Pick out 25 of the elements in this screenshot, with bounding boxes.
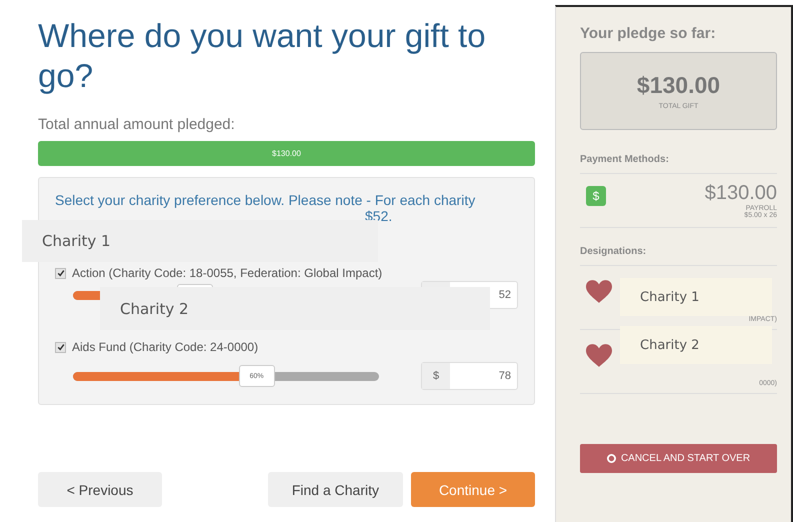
label-overlay: Charity 1	[22, 220, 378, 262]
label-overlay: Charity 1	[620, 278, 772, 316]
total-amount: $130.00	[636, 72, 720, 99]
circle-icon	[606, 454, 616, 463]
label-overlay: Charity 2	[620, 326, 772, 364]
label-overlay: Charity 2	[100, 287, 490, 330]
page-title: Where do you want your gift to go?	[38, 16, 487, 96]
payment-amount: $130.00	[704, 182, 777, 205]
find-charity-button[interactable]: Find a Charity	[268, 472, 403, 507]
amount-field[interactable]: $ 78	[421, 362, 518, 390]
total-bar: $130.00	[38, 141, 535, 166]
heart-icon	[586, 344, 612, 368]
checkbox[interactable]	[55, 342, 66, 352]
charity-name: Action (Charity Code: 18-0055, Federation: Global Impact)	[72, 266, 382, 280]
section-label: Payment Methods:	[580, 154, 777, 174]
dollar-icon: $	[586, 186, 606, 206]
checkbox[interactable]	[55, 268, 66, 278]
heart-icon	[586, 280, 612, 304]
section-label: Designations:	[580, 246, 777, 266]
instruction-text: Select your charity preference below. Please note - For each charity	[55, 192, 476, 208]
sidebar-title: Your pledge so far:	[580, 25, 717, 42]
charity-name: Aids Fund (Charity Code: 24-0000)	[72, 340, 258, 354]
total-label: Total annual amount pledged:	[38, 116, 236, 133]
cancel-button[interactable]: CANCEL AND START OVER	[580, 444, 777, 473]
previous-button[interactable]: < Previous	[38, 472, 162, 507]
